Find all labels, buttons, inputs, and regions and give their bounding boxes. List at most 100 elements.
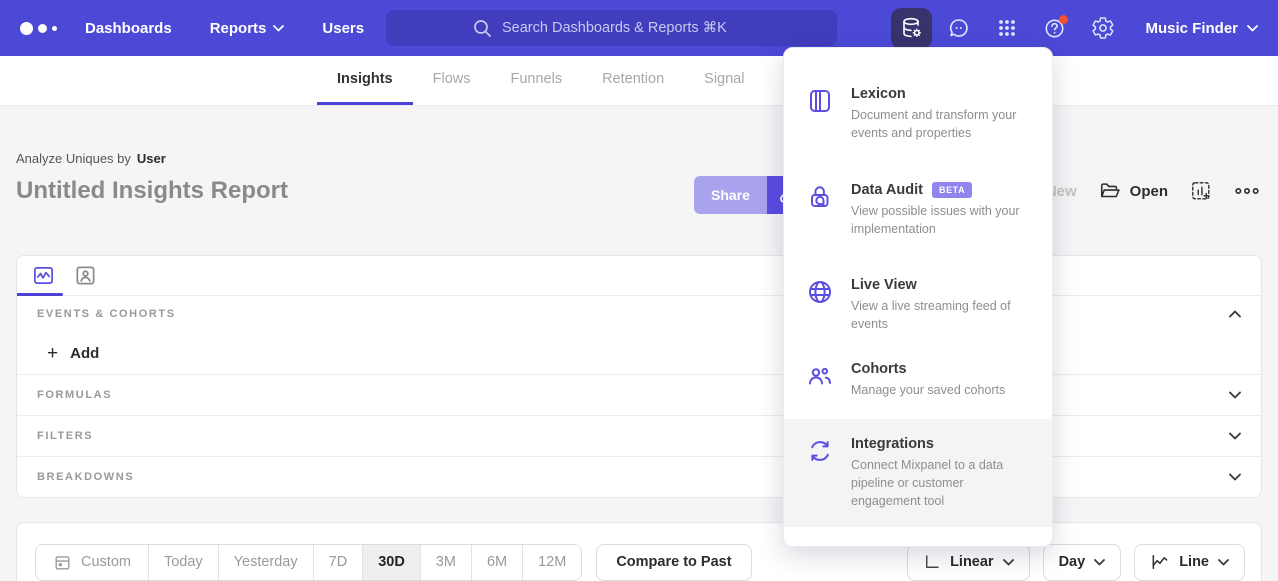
- chevron-down-icon: [1229, 473, 1241, 481]
- menu-item-text: Integrations Connect Mixpanel to a data …: [851, 436, 1029, 510]
- tab-signal[interactable]: Signal: [684, 56, 764, 105]
- beta-badge: BETA: [932, 182, 972, 198]
- menu-item-text: Cohorts Manage your saved cohorts: [851, 361, 1005, 399]
- chevron-down-icon: [273, 25, 284, 32]
- report-actions: New Open: [1046, 180, 1260, 202]
- gear-icon: [1091, 16, 1115, 40]
- global-search[interactable]: [386, 10, 837, 46]
- nav-item-dashboards[interactable]: Dashboards: [85, 20, 172, 37]
- menu-item-cohorts[interactable]: Cohorts Manage your saved cohorts: [784, 361, 1052, 399]
- report-tabbar: Insights Flows Funnels Retention Signal …: [0, 56, 1278, 106]
- lexicon-book-icon: [806, 87, 834, 115]
- section-label: BREAKDOWNS: [37, 471, 134, 483]
- analysis-kicker: Analyze Uniques byUser: [16, 106, 1262, 166]
- events-cohorts-section[interactable]: EVENTS & COHORTS: [17, 296, 1261, 332]
- menu-item-title: Live View: [851, 277, 917, 293]
- range-12m[interactable]: 12M: [522, 545, 581, 580]
- data-management-menu: Lexicon Document and transform your even…: [783, 47, 1053, 547]
- chart-type-select[interactable]: Line: [1134, 544, 1245, 581]
- add-to-dashboard-button[interactable]: [1190, 180, 1212, 202]
- interval-select[interactable]: Day: [1043, 544, 1122, 581]
- users-view-tab[interactable]: [72, 263, 98, 289]
- menu-item-description: Manage your saved cohorts: [851, 381, 1005, 399]
- live-view-globe-icon: [806, 278, 834, 306]
- chevron-down-icon: [1229, 432, 1241, 440]
- menu-item-integrations[interactable]: Integrations Connect Mixpanel to a data …: [784, 419, 1052, 527]
- menu-item-description: View possible issues with your implement…: [851, 202, 1029, 238]
- apps-grid-button[interactable]: [985, 8, 1028, 48]
- expand-section-control[interactable]: [1229, 391, 1241, 399]
- section-label: FORMULAS: [37, 389, 112, 401]
- events-view-tab[interactable]: [30, 263, 56, 289]
- data-management-button[interactable]: [891, 8, 932, 49]
- open-label: Open: [1130, 183, 1168, 200]
- range-30d[interactable]: 30D: [362, 545, 420, 580]
- menu-item-title: Data Audit: [851, 182, 923, 198]
- calendar-icon: [53, 553, 72, 572]
- chart-toolbar-card: Custom Today Yesterday 7D 30D 3M 6M 12M …: [16, 522, 1262, 581]
- nav-item-label: Reports: [210, 20, 267, 37]
- line-chart-icon: [1150, 552, 1170, 572]
- chevron-up-icon: [1229, 310, 1241, 318]
- support-chat-button[interactable]: [937, 8, 980, 48]
- share-button[interactable]: Share: [694, 176, 767, 214]
- add-event-button[interactable]: + Add: [47, 344, 99, 363]
- date-range-group: Custom Today Yesterday 7D 30D 3M 6M 12M: [35, 544, 582, 581]
- range-today[interactable]: Today: [148, 545, 218, 580]
- help-button[interactable]: [1033, 8, 1076, 48]
- menu-item-live-view[interactable]: Live View View a live streaming feed of …: [784, 277, 1052, 333]
- tab-flows[interactable]: Flows: [413, 56, 491, 105]
- collapse-section-control[interactable]: [1229, 310, 1241, 318]
- range-6m[interactable]: 6M: [471, 545, 522, 580]
- section-label: FILTERS: [37, 430, 93, 442]
- query-builder-card: EVENTS & COHORTS + Add FORMULAS FILTERS …: [16, 255, 1262, 498]
- compare-to-past-button[interactable]: Compare to Past: [596, 544, 751, 581]
- open-report-button[interactable]: Open: [1099, 180, 1168, 202]
- tab-funnels[interactable]: Funnels: [490, 56, 582, 105]
- settings-button[interactable]: [1081, 8, 1124, 48]
- grid-dots-icon: [995, 16, 1019, 40]
- menu-item-description: Document and transform your events and p…: [851, 106, 1029, 142]
- add-event-row: + Add: [17, 332, 1261, 374]
- project-switcher[interactable]: Music Finder: [1137, 20, 1266, 37]
- range-3m[interactable]: 3M: [420, 545, 471, 580]
- menu-item-text: Data Audit BETA View possible issues wit…: [851, 182, 1029, 238]
- nav-item-users[interactable]: Users: [322, 20, 364, 37]
- expand-section-control[interactable]: [1229, 473, 1241, 481]
- range-custom[interactable]: Custom: [36, 545, 148, 580]
- line-chart-tab-icon: [32, 264, 55, 287]
- menu-item-description: Connect Mixpanel to a data pipeline or c…: [851, 456, 1029, 510]
- filters-section[interactable]: FILTERS: [17, 415, 1261, 456]
- nav-item-reports[interactable]: Reports: [210, 20, 285, 37]
- nav-item-label: Users: [322, 20, 364, 37]
- chevron-down-icon: [1003, 559, 1014, 566]
- nav-links: Dashboards Reports Users: [85, 20, 364, 37]
- chart-add-icon: [1190, 180, 1212, 202]
- expand-section-control[interactable]: [1229, 432, 1241, 440]
- cohorts-people-icon: [806, 362, 834, 390]
- formulas-section[interactable]: FORMULAS: [17, 374, 1261, 415]
- range-yesterday[interactable]: Yesterday: [218, 545, 313, 580]
- folder-icon: [1099, 180, 1121, 202]
- tab-retention[interactable]: Retention: [582, 56, 684, 105]
- data-audit-lock-icon: [806, 183, 834, 211]
- search-input[interactable]: [502, 20, 750, 36]
- kicker-value[interactable]: User: [137, 151, 166, 166]
- tab-insights[interactable]: Insights: [317, 56, 413, 105]
- range-7d[interactable]: 7D: [313, 545, 363, 580]
- scale-label: Linear: [950, 554, 994, 570]
- add-label: Add: [70, 345, 99, 362]
- menu-item-lexicon[interactable]: Lexicon Document and transform your even…: [784, 86, 1052, 142]
- chevron-down-icon: [1229, 391, 1241, 399]
- mixpanel-logo-icon[interactable]: [20, 22, 57, 35]
- chevron-down-icon: [1247, 25, 1258, 32]
- project-name: Music Finder: [1145, 20, 1238, 37]
- menu-item-text: Lexicon Document and transform your even…: [851, 86, 1029, 142]
- chevron-down-icon: [1218, 559, 1229, 566]
- scale-select[interactable]: Linear: [907, 544, 1030, 581]
- nav-item-label: Dashboards: [85, 20, 172, 37]
- more-options-button[interactable]: [1234, 186, 1260, 196]
- breakdowns-section[interactable]: BREAKDOWNS: [17, 456, 1261, 497]
- menu-item-title: Lexicon: [851, 86, 906, 102]
- menu-item-data-audit[interactable]: Data Audit BETA View possible issues wit…: [784, 182, 1052, 238]
